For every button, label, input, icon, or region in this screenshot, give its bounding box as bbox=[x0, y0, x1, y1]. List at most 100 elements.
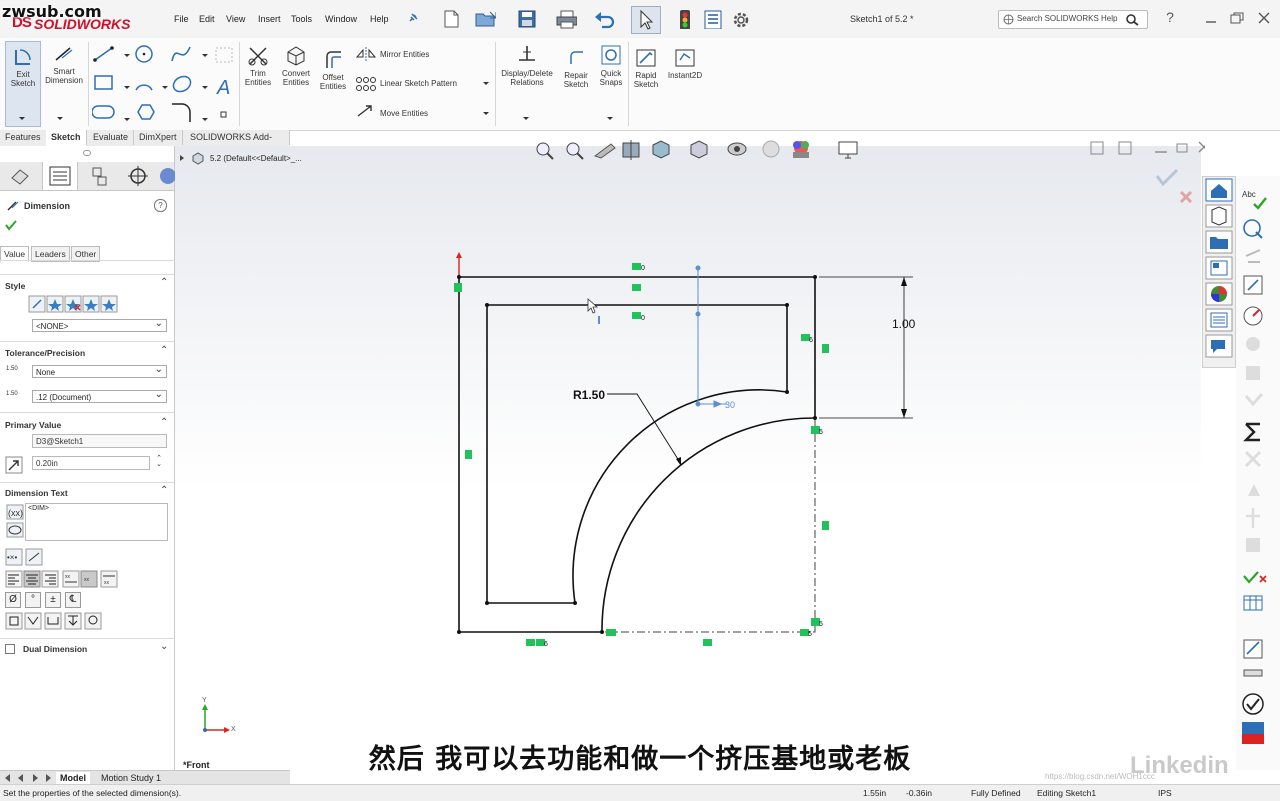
units-selector[interactable]: IPS bbox=[1158, 788, 1172, 798]
svg-text:xx: xx bbox=[84, 577, 90, 583]
file-properties-icon[interactable] bbox=[702, 9, 724, 29]
menu-help[interactable]: Help bbox=[370, 14, 389, 24]
linear-pattern-dropdown-icon[interactable] bbox=[482, 81, 490, 87]
tab-dimxpert[interactable]: DimXpert bbox=[134, 130, 183, 145]
menu-insert[interactable]: Insert bbox=[258, 14, 281, 24]
trim-entities-button[interactable]: Trim Entities bbox=[242, 44, 274, 87]
smart-dimension-button[interactable]: Smart Dimension bbox=[42, 44, 86, 85]
linear-sketch-pattern-label: Linear Sketch Pattern bbox=[380, 79, 457, 88]
search-icon[interactable] bbox=[1125, 13, 1139, 26]
diameter-symbol-button[interactable]: Ø bbox=[5, 592, 21, 608]
spline-tool-icon bbox=[171, 46, 191, 62]
dimension-text-side-icons: (xx) bbox=[6, 504, 24, 538]
exit-sketch-button[interactable]: Exit Sketch bbox=[5, 41, 41, 127]
style-select[interactable]: <NONE> bbox=[32, 317, 167, 332]
menu-file[interactable]: File bbox=[174, 14, 189, 24]
ok-checkmark-icon[interactable] bbox=[5, 219, 17, 231]
print-icon[interactable] bbox=[555, 9, 577, 29]
smart-dimension-dropdown-icon[interactable] bbox=[55, 116, 65, 122]
mirror-entities-button[interactable]: Mirror Entities bbox=[355, 47, 485, 61]
dimxpert-manager-tab-icon[interactable] bbox=[122, 164, 154, 188]
cursor-x-coordinate: 1.55in bbox=[863, 788, 887, 798]
menu-edit[interactable]: Edit bbox=[199, 14, 215, 24]
save-icon[interactable] bbox=[516, 9, 538, 29]
new-document-icon[interactable] bbox=[440, 9, 462, 29]
help-button[interactable]: ? bbox=[1160, 9, 1180, 27]
centerline-symbol-button[interactable]: ℄ bbox=[65, 592, 81, 608]
display-delete-relations-button[interactable]: Display/Delete Relations bbox=[498, 44, 556, 87]
repair-sketch-button[interactable]: Repair Sketch bbox=[560, 48, 592, 89]
search-help-input[interactable]: Search SOLIDWORKS Help bbox=[998, 10, 1148, 29]
more-symbols-row bbox=[5, 612, 102, 630]
diameter-symbol: Ø bbox=[9, 594, 17, 605]
dual-dimension-expand-icon[interactable]: ⌄ bbox=[160, 641, 168, 652]
pin-icon[interactable] bbox=[407, 12, 419, 24]
open-document-icon[interactable] bbox=[474, 9, 496, 29]
dimension-name-field[interactable]: D3@Sketch1 bbox=[32, 434, 167, 448]
close-window-icon[interactable] bbox=[1258, 12, 1270, 24]
linear-sketch-pattern-button[interactable]: Linear Sketch Pattern bbox=[355, 76, 495, 91]
move-entities-dropdown-icon[interactable] bbox=[482, 111, 490, 117]
help-icon[interactable]: ? bbox=[154, 199, 167, 212]
tab-evaluate[interactable]: Evaluate bbox=[88, 130, 135, 145]
feature-manager-tab-icon[interactable] bbox=[4, 164, 36, 188]
instant2d-button[interactable]: Instant2D bbox=[665, 48, 705, 80]
graphics-area[interactable]: 5.2 (Default<<Default>_... 1.00 R1.50 30… bbox=[175, 140, 1205, 770]
style-collapse-icon[interactable]: ⌃ bbox=[160, 277, 168, 288]
restore-window-icon[interactable] bbox=[1230, 12, 1244, 24]
sketch-canvas[interactable]: 1.00 R1.50 30 0 0 6 5 6 5 5 Y X bbox=[175, 146, 1201, 770]
trim-entities-label: Trim Entities bbox=[244, 69, 272, 87]
primary-value-collapse-icon[interactable]: ⌃ bbox=[160, 417, 168, 428]
convert-entities-button[interactable]: Convert Entities bbox=[277, 44, 315, 87]
unit-precision-select[interactable]: .12 (Document) bbox=[32, 388, 167, 403]
fillet-tool-icon bbox=[172, 103, 191, 122]
degree-symbol-button[interactable]: ° bbox=[25, 592, 41, 608]
move-entities-button[interactable]: Move Entities bbox=[355, 104, 485, 118]
move-entities-label: Move Entities bbox=[380, 109, 429, 118]
quick-snaps-dropdown-icon[interactable] bbox=[606, 116, 614, 122]
radius-dimension-label: R1.50 bbox=[573, 388, 605, 402]
disabled-tool-4-icon bbox=[1244, 450, 1262, 468]
configuration-manager-tab-icon[interactable] bbox=[84, 164, 116, 188]
quick-snaps-label: Quick Snaps bbox=[599, 69, 623, 87]
dimension-text-collapse-icon[interactable]: ⌃ bbox=[160, 485, 168, 496]
shape-recognition-icon bbox=[1245, 249, 1261, 263]
search-help-placeholder: Search SOLIDWORKS Help bbox=[1017, 14, 1118, 23]
undo-icon[interactable] bbox=[593, 9, 615, 29]
repair-sketch-label: Repair Sketch bbox=[563, 71, 589, 89]
select-tool-button[interactable] bbox=[631, 6, 661, 34]
square-symbol-icon bbox=[5, 612, 23, 630]
menu-tools[interactable]: Tools bbox=[291, 14, 312, 24]
menu-window[interactable]: Window bbox=[325, 14, 357, 24]
tab-solidworks-addins[interactable]: SOLIDWORKS Add-Ins bbox=[185, 130, 290, 157]
property-manager-tab[interactable] bbox=[42, 162, 78, 190]
quick-snaps-button[interactable]: Quick Snaps bbox=[596, 44, 626, 87]
menu-view[interactable]: View bbox=[226, 14, 245, 24]
dimension-value-field[interactable]: 0.20in bbox=[32, 456, 150, 470]
tolerance-collapse-icon[interactable]: ⌃ bbox=[160, 345, 168, 356]
rebuild-traffic-light-icon[interactable] bbox=[676, 9, 698, 29]
sketch-text-tools: A bbox=[215, 47, 233, 118]
exit-sketch-dropdown-icon[interactable] bbox=[17, 116, 27, 122]
convert-entities-label: Convert Entities bbox=[281, 69, 310, 87]
point-icon bbox=[220, 111, 227, 118]
tolerance-type-select[interactable]: None bbox=[32, 363, 167, 378]
minimize-window-icon[interactable] bbox=[1205, 14, 1217, 24]
dimension-text-value: <DIM> bbox=[28, 505, 50, 512]
relations-dropdown-icon[interactable] bbox=[522, 116, 530, 122]
divider bbox=[0, 638, 174, 639]
relations-icon bbox=[519, 46, 535, 61]
plus-minus-symbol-button[interactable]: ± bbox=[45, 592, 61, 608]
tab-sketch[interactable]: Sketch bbox=[46, 130, 87, 146]
dimension-text-area[interactable]: <DIM> bbox=[25, 503, 168, 541]
tab-features[interactable]: Features bbox=[0, 130, 47, 145]
smart-dimension-icon bbox=[55, 47, 73, 61]
value-spinner[interactable]: ⌃ ⌄ bbox=[152, 455, 166, 470]
ellipse-tool-icon bbox=[172, 75, 192, 93]
offset-entities-button[interactable]: Offset Entities bbox=[316, 48, 350, 91]
rapid-sketch-button[interactable]: Rapid Sketch bbox=[631, 48, 661, 89]
panel-splitter-handle[interactable] bbox=[83, 150, 91, 156]
dual-dimension-checkbox[interactable] bbox=[5, 644, 15, 654]
options-gear-icon[interactable] bbox=[730, 9, 752, 29]
relation-label: 0 bbox=[641, 315, 645, 322]
